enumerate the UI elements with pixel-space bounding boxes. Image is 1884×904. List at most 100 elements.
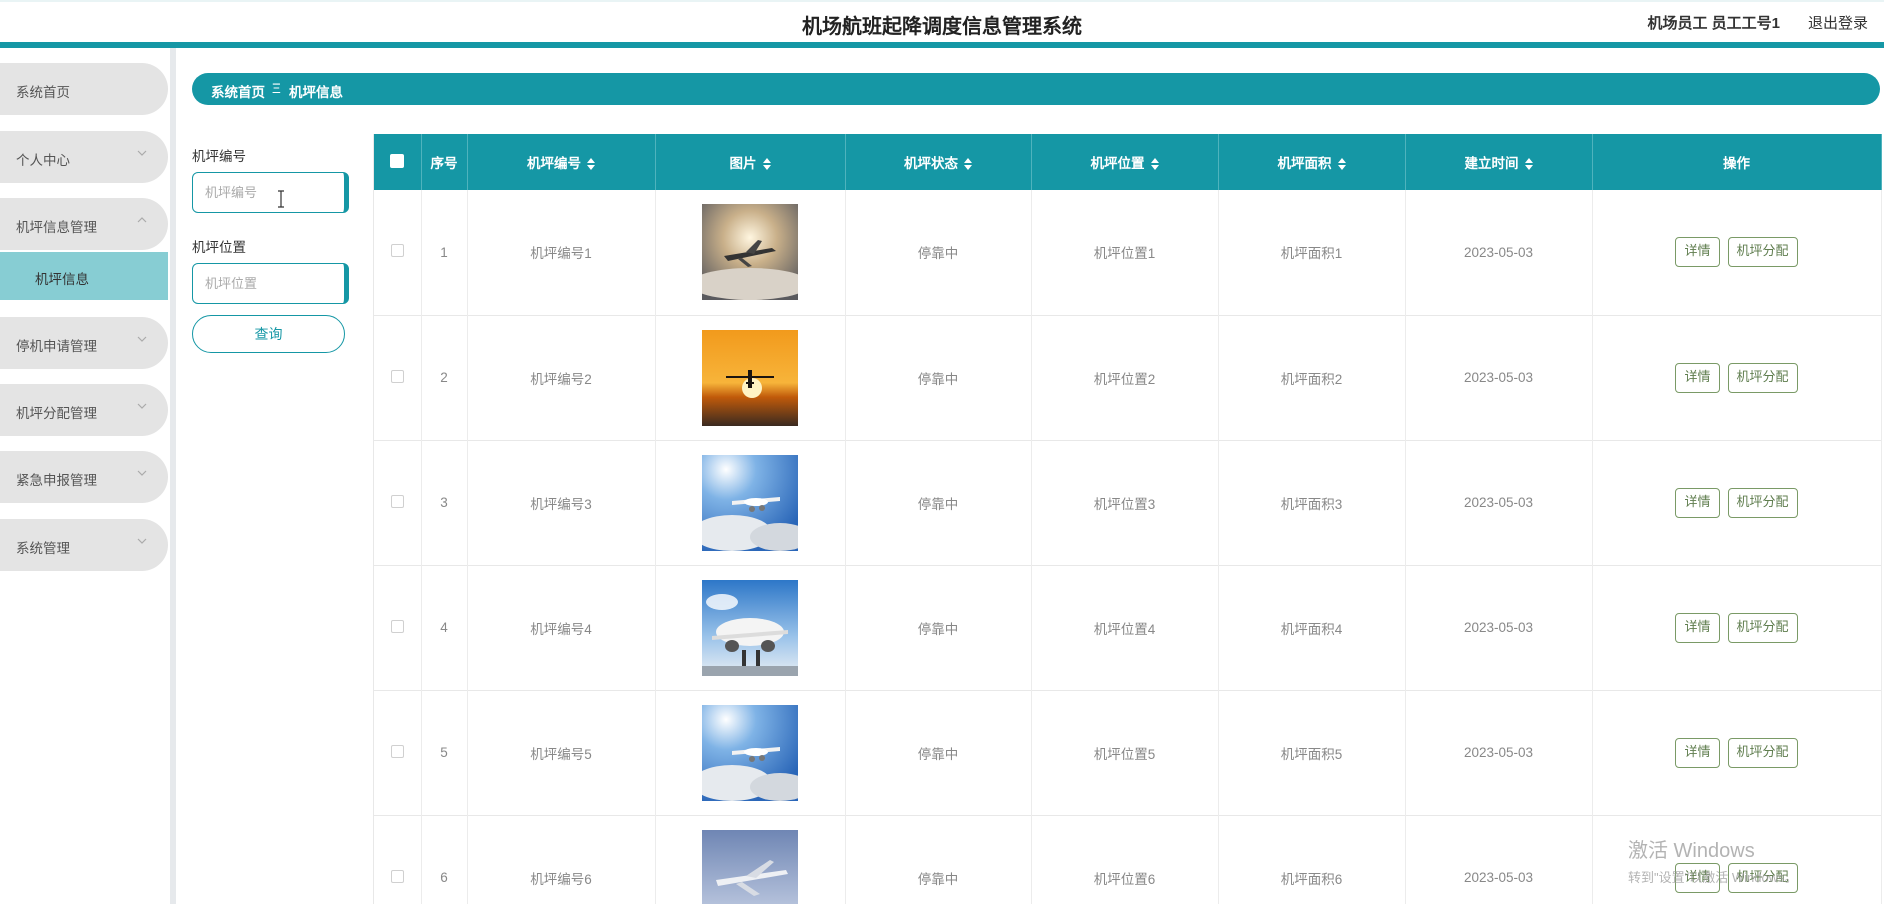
select-all-cell — [374, 134, 422, 190]
column-header-created[interactable]: 建立时间 — [1405, 134, 1593, 190]
column-header-code[interactable]: 机坪编号 — [467, 134, 656, 190]
watermark-line1: 激活 Windows — [1628, 840, 1755, 862]
apron-image[interactable] — [702, 579, 798, 676]
column-header-area[interactable]: 机坪面积 — [1218, 134, 1406, 190]
sidebar-item-label: 紧急申报管理 — [16, 473, 97, 488]
assign-apron-button[interactable]: 机坪分配 — [1727, 237, 1798, 268]
apron-image[interactable] — [702, 454, 798, 551]
row-checkbox[interactable] — [390, 744, 404, 758]
sidebar-item-apron-assignment[interactable]: 机坪分配管理 — [0, 384, 168, 436]
assign-apron-button[interactable]: 机坪分配 — [1727, 612, 1798, 643]
column-header-index: 序号 — [421, 134, 468, 190]
sidebar-item-system-management[interactable]: 系统管理 — [0, 519, 168, 571]
table-header-row: 序号 机坪编号 图片 机坪状态 机坪位置 机坪面积 建立时间 操作 — [374, 134, 1882, 190]
logout-link[interactable]: 退出登录 — [1808, 12, 1868, 33]
row-apron-code: 机坪编号4 — [467, 565, 656, 690]
sidebar-item-personal-center[interactable]: 个人中心 — [0, 131, 168, 183]
apron-location-label: 机坪位置 — [192, 240, 246, 255]
sidebar-item-parking-application[interactable]: 停机申请管理 — [0, 317, 168, 369]
app-title: 机场航班起降调度信息管理系统 — [802, 16, 1082, 38]
row-created-date: 2023-05-03 — [1405, 815, 1593, 904]
row-apron-code: 机坪编号1 — [467, 190, 656, 315]
detail-button[interactable]: 详情 — [1675, 487, 1720, 518]
row-area: 机坪面积5 — [1218, 690, 1406, 815]
row-location: 机坪位置4 — [1031, 565, 1219, 690]
row-checkbox[interactable] — [390, 619, 404, 633]
table-row: 1 机坪编号1 停靠中 机坪位置1 机坪面积1 2023-05-03 详情 机坪分… — [374, 190, 1882, 315]
chevron-down-icon — [136, 400, 148, 412]
sidebar-subitem-apron-info[interactable]: 机坪信息 — [0, 252, 168, 300]
search-button[interactable]: 查询 — [192, 315, 345, 353]
chevron-down-icon — [136, 333, 148, 345]
table-row: 3 机坪编号3 停靠中 机坪位置3 机坪面积3 2023-05-03 详情 机坪分… — [374, 440, 1882, 565]
breadcrumb: 系统首页 Ξ 机坪信息 — [192, 73, 1880, 105]
detail-button[interactable]: 详情 — [1675, 362, 1720, 393]
assign-apron-button[interactable]: 机坪分配 — [1727, 487, 1798, 518]
watermark-line2: 转到"设置"以激活 Windows。 — [1628, 870, 1798, 885]
apron-image[interactable] — [702, 704, 798, 801]
sidebar-item-label: 系统首页 — [16, 85, 70, 100]
row-checkbox[interactable] — [390, 869, 404, 883]
row-status: 停靠中 — [845, 690, 1032, 815]
sidebar-item-label: 停机申请管理 — [16, 339, 97, 354]
apron-image[interactable] — [702, 204, 798, 301]
row-checkbox[interactable] — [390, 369, 404, 383]
row-area: 机坪面积3 — [1218, 440, 1406, 565]
apron-image[interactable] — [702, 329, 798, 426]
row-index: 6 — [421, 815, 468, 904]
detail-button[interactable]: 详情 — [1675, 237, 1720, 268]
row-checkbox[interactable] — [390, 494, 404, 508]
row-status: 停靠中 — [845, 315, 1032, 440]
text-cursor-icon — [278, 190, 284, 208]
row-location: 机坪位置2 — [1031, 315, 1219, 440]
breadcrumb-current: 机坪信息 — [289, 85, 343, 100]
assign-apron-button[interactable]: 机坪分配 — [1727, 362, 1798, 393]
row-created-date: 2023-05-03 — [1405, 315, 1593, 440]
sort-icon[interactable] — [964, 158, 972, 171]
sidebar-item-home[interactable]: 系统首页 — [0, 63, 168, 115]
sort-icon[interactable] — [587, 158, 595, 171]
table-row: 4 机坪编号4 停靠中 机坪位置4 机坪面积4 2023-05-03 详情 机坪分… — [374, 565, 1882, 690]
assign-apron-button[interactable]: 机坪分配 — [1727, 737, 1798, 768]
row-status: 停靠中 — [845, 815, 1032, 904]
sort-icon[interactable] — [1337, 158, 1346, 171]
row-location: 机坪位置6 — [1031, 815, 1219, 904]
row-apron-code: 机坪编号2 — [467, 315, 656, 440]
row-index: 3 — [421, 440, 468, 565]
row-actions: 详情 机坪分配 — [1592, 565, 1882, 690]
apron-code-input[interactable] — [192, 172, 349, 213]
row-created-date: 2023-05-03 — [1405, 565, 1593, 690]
row-status: 停靠中 — [845, 440, 1032, 565]
row-index: 4 — [421, 565, 468, 690]
row-created-date: 2023-05-03 — [1405, 690, 1593, 815]
row-created-date: 2023-05-03 — [1405, 440, 1593, 565]
row-index: 2 — [421, 315, 468, 440]
select-all-checkbox[interactable] — [390, 153, 405, 168]
column-header-image[interactable]: 图片 — [655, 134, 846, 190]
row-location: 机坪位置1 — [1031, 190, 1219, 315]
row-actions: 详情 机坪分配 — [1592, 440, 1882, 565]
top-header: 机场航班起降调度信息管理系统 机场员工 员工工号1 退出登录 — [0, 0, 1884, 48]
detail-button[interactable]: 详情 — [1675, 737, 1720, 768]
sort-icon[interactable] — [762, 158, 771, 171]
apron-location-input[interactable] — [192, 263, 349, 304]
apron-image[interactable] — [702, 829, 798, 904]
column-header-status[interactable]: 机坪状态 — [845, 134, 1032, 190]
sort-icon[interactable] — [1150, 158, 1159, 171]
row-checkbox[interactable] — [390, 244, 404, 258]
row-area: 机坪面积1 — [1218, 190, 1406, 315]
row-location: 机坪位置5 — [1031, 690, 1219, 815]
breadcrumb-separator: Ξ — [272, 81, 281, 96]
sidebar-subitem-label: 机坪信息 — [35, 272, 89, 287]
row-location: 机坪位置3 — [1031, 440, 1219, 565]
breadcrumb-home[interactable]: 系统首页 — [211, 81, 265, 101]
column-header-location[interactable]: 机坪位置 — [1031, 134, 1219, 190]
row-area: 机坪面积6 — [1218, 815, 1406, 904]
sort-icon[interactable] — [1524, 158, 1533, 171]
table-row: 2 机坪编号2 停靠中 机坪位置2 机坪面积2 2023-05-03 详情 机坪分… — [374, 315, 1882, 440]
row-actions: 详情 机坪分配 — [1592, 315, 1882, 440]
sidebar-item-apron-info-management[interactable]: 机坪信息管理 — [0, 198, 168, 250]
sidebar-item-emergency-report[interactable]: 紧急申报管理 — [0, 451, 168, 503]
detail-button[interactable]: 详情 — [1675, 612, 1720, 643]
row-index: 1 — [421, 190, 468, 315]
